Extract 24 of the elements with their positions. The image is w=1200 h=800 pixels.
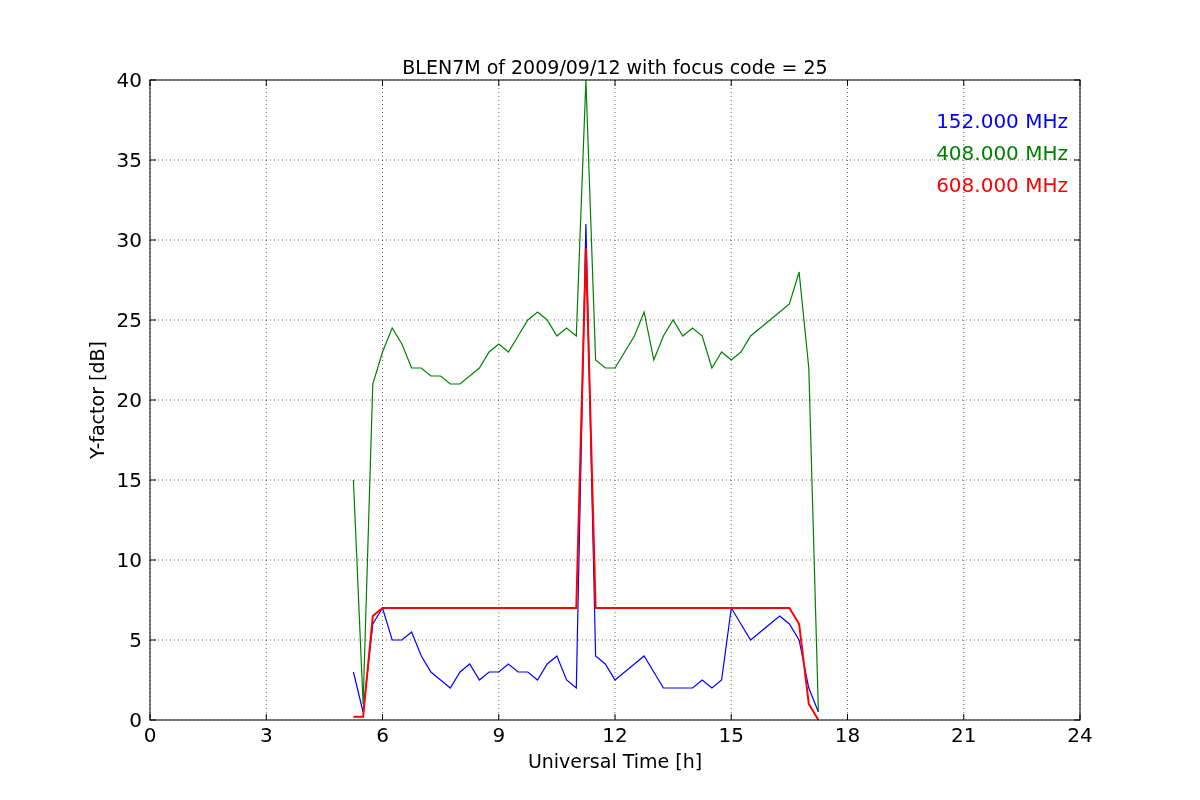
y-tick-label: 0 (129, 708, 142, 732)
y-tick-label: 10 (116, 548, 142, 572)
x-tick-label: 12 (602, 723, 628, 747)
x-tick-label: 0 (143, 723, 157, 747)
y-tick-label: 30 (116, 228, 142, 252)
y-axis-label: Y-factor [dB] (86, 341, 108, 459)
x-tick-label: 9 (492, 723, 506, 747)
x-tick-label: 15 (718, 723, 744, 747)
legend-label: 408.000 MHz (936, 141, 1068, 165)
x-tick-label: 24 (1067, 723, 1093, 747)
chart-title: BLEN7M of 2009/09/12 with focus code = 25 (402, 56, 828, 78)
legend-label: 152.000 MHz (936, 109, 1068, 133)
y-tick-label: 25 (116, 308, 142, 332)
x-tick-label: 3 (259, 723, 273, 747)
x-axis-label: Universal Time [h] (527, 750, 703, 772)
x-tick-label: 18 (834, 723, 861, 747)
y-tick-label: 35 (116, 148, 142, 172)
y-tick-label: 40 (116, 68, 142, 92)
legend-label: 608.000 MHz (936, 173, 1068, 197)
y-tick-label: 20 (116, 388, 142, 412)
x-tick-label: 6 (376, 723, 389, 747)
x-tick-label: 21 (951, 723, 977, 747)
y-tick-label: 5 (129, 628, 142, 652)
y-tick-label: 15 (116, 468, 142, 492)
